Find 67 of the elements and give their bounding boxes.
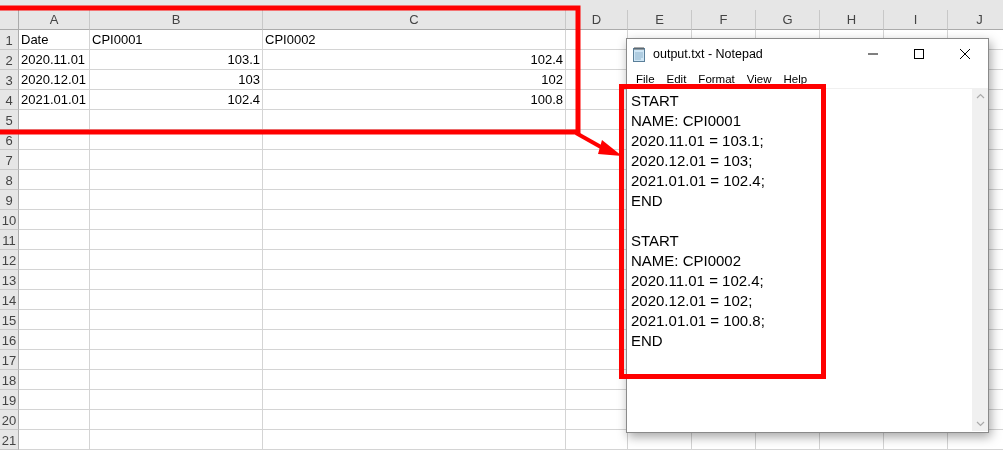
table-cell[interactable]: 103.1	[90, 50, 263, 70]
text-line: NAME: CPI0002	[631, 251, 742, 271]
text-line: 2020.11.01 = 102.4;	[631, 271, 764, 291]
maximize-icon	[913, 48, 925, 60]
column-header[interactable]: B	[90, 10, 263, 30]
row-header[interactable]: 4	[0, 90, 19, 110]
scrollbar[interactable]	[972, 89, 988, 431]
table-cell[interactable]: 102.4	[90, 90, 263, 110]
row-header[interactable]: 10	[0, 210, 19, 230]
row-header[interactable]: 19	[0, 390, 19, 410]
column-header[interactable]: I	[884, 10, 948, 30]
text-line: START	[631, 231, 679, 251]
close-icon	[959, 48, 971, 60]
row-header[interactable]: 2	[0, 50, 19, 70]
column-header[interactable]: E	[628, 10, 692, 30]
column-header[interactable]: H	[820, 10, 884, 30]
window-title: output.txt - Notepad	[653, 47, 764, 61]
row-header[interactable]: 12	[0, 250, 19, 270]
table-cell[interactable]: CPI0001	[90, 30, 263, 50]
menu-item[interactable]: File	[630, 72, 661, 85]
row-header[interactable]: 16	[0, 330, 19, 350]
text-line: 2020.12.01 = 102;	[631, 291, 753, 311]
row-header[interactable]: 1	[0, 30, 19, 50]
table-cell[interactable]: 100.8	[263, 90, 566, 110]
column-header[interactable]: A	[19, 10, 90, 30]
row-header[interactable]: 20	[0, 410, 19, 430]
menu-item[interactable]: Edit	[660, 72, 693, 85]
column-header[interactable]: J	[948, 10, 1003, 30]
table-cell[interactable]: 102.4	[263, 50, 566, 70]
text-line: 2020.11.01 = 103.1;	[631, 131, 764, 151]
row-header[interactable]: 5	[0, 110, 19, 130]
text-line: NAME: CPI0001	[631, 111, 742, 131]
row-header[interactable]: 18	[0, 370, 19, 390]
table-cell[interactable]: 2021.01.01	[19, 90, 90, 110]
column-header[interactable]: C	[263, 10, 566, 30]
text-line: END	[631, 191, 663, 211]
text-area[interactable]: START NAME: CPI0001 2020.11.01 = 103.1; 2020.12.01 = 103; 2021.01.01 = 102.4; END START NAME: CPI0002 2020.11.01 = 102.4; 2020.12.01 = 102; 2021.01.01 = 100.8; END	[627, 89, 972, 432]
column-header[interactable]: G	[756, 10, 820, 30]
row-header[interactable]: 9	[0, 190, 19, 210]
text-line: END	[631, 331, 663, 351]
text-line: 2021.01.01 = 100.8;	[631, 311, 765, 331]
row-header[interactable]: 13	[0, 270, 19, 290]
arrow	[575, 131, 622, 156]
text-line: 2020.12.01 = 103;	[631, 151, 753, 171]
scroll-up-icon[interactable]	[975, 93, 985, 99]
menu-item[interactable]: Format	[692, 72, 741, 85]
notepad-icon	[631, 46, 647, 62]
row-header[interactable]: 11	[0, 230, 19, 250]
text-line: START	[631, 91, 679, 111]
table-cell[interactable]: Date	[19, 30, 90, 50]
row-header[interactable]: 8	[0, 170, 19, 190]
row-header[interactable]: 3	[0, 70, 19, 90]
row-header[interactable]: 15	[0, 310, 19, 330]
table-cell[interactable]: 2020.12.01	[19, 70, 90, 90]
table-cell[interactable]: 2020.11.01	[19, 50, 90, 70]
column-header[interactable]: F	[692, 10, 756, 30]
row-header[interactable]: 17	[0, 350, 19, 370]
menu-item[interactable]: Help	[777, 72, 814, 85]
table-cell[interactable]: 102	[263, 70, 566, 90]
text-line: 2021.01.01 = 102.4;	[631, 171, 765, 191]
scroll-down-icon[interactable]	[975, 421, 985, 427]
row-header[interactable]: 14	[0, 290, 19, 310]
table-cell[interactable]: 103	[90, 70, 263, 90]
row-header[interactable]: 7	[0, 150, 19, 170]
row-header[interactable]: 21	[0, 430, 19, 450]
table-cell[interactable]: CPI0002	[263, 30, 566, 50]
menu-item[interactable]: View	[740, 72, 778, 85]
